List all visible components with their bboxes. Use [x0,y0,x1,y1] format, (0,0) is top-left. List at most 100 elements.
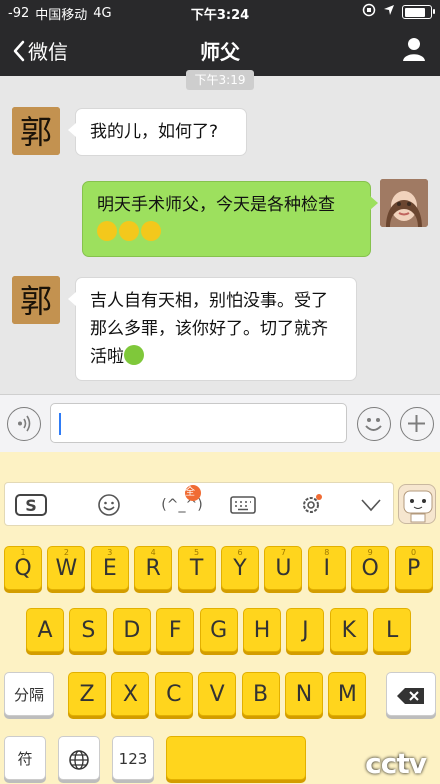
key-number-hint: 6 [237,548,243,557]
key-label: O [361,556,379,581]
language-key[interactable] [58,736,100,780]
key-label: U [275,556,292,581]
key-l[interactable]: L [373,608,412,652]
key-t[interactable]: 5T [177,546,216,590]
collapse-keyboard-icon[interactable] [351,491,391,519]
top-bar: -92 中国移动 4G 下午3:24 微信 师父 [0,0,440,76]
key-c[interactable]: C [154,672,193,716]
key-label: Q [14,556,32,581]
key-e[interactable]: 3E [90,546,129,590]
globe-icon [69,749,89,770]
key-h[interactable]: H [243,608,281,652]
smiley-icon [365,418,382,431]
text-caret [59,413,61,435]
key-z[interactable]: Z [68,672,106,716]
message-timestamp: 下午3:19 [186,70,254,90]
key-label: X [122,682,138,707]
key-a[interactable]: A [26,608,64,652]
guo-avatar[interactable]: 郭 [12,276,60,324]
key-u[interactable]: 7U [264,546,303,590]
more-button[interactable] [400,407,434,441]
message-bubble-received[interactable]: 我的儿，如何了? [68,108,247,156]
space-key[interactable] [166,736,306,780]
girl-avatar[interactable] [380,179,428,227]
key-m[interactable]: M [328,672,367,716]
key-label [68,749,90,770]
key-label: D [123,618,141,643]
contact-info-button[interactable] [402,36,426,62]
backspace-icon [397,687,424,704]
nav-bar: 微信 师父 [0,26,440,74]
message-text: 我的儿，如何了? [90,122,219,142]
new-badge: 全 [185,485,201,501]
key-label: N [295,682,313,707]
key-s[interactable]: S [69,608,108,652]
voice-icon [18,415,31,432]
key-g[interactable]: G [199,608,238,652]
sogou-keyboard: S (^_^) 全 1Q2W3E4R5T6Y7U8I9O0PASDFGHJKL分… [0,452,440,784]
mascot-icon[interactable] [398,484,436,524]
key-number-hint: 2 [63,548,69,557]
plus-icon [408,415,425,432]
key-r[interactable]: 4R [134,546,173,590]
key-number-hint: 0 [411,548,417,557]
delete-key[interactable] [386,672,436,716]
key-k[interactable]: K [329,608,368,652]
frog-emoji-icon [124,345,144,365]
key-label: E [102,556,117,581]
key-n[interactable]: N [285,672,323,716]
key-label [396,686,426,704]
sogou-logo-icon[interactable]: S [11,491,51,519]
watermark-logo: cctv [365,747,427,780]
key-label: 符 [17,750,33,768]
key-label: K [341,618,357,643]
key-label: C [166,682,182,707]
key-v[interactable]: V [198,672,237,716]
key-label: P [406,556,421,581]
key-i[interactable]: 8I [307,546,346,590]
key-x[interactable]: X [111,672,150,716]
key-label: G [210,618,228,643]
emoji-button[interactable] [357,407,391,441]
number-key[interactable]: 123 [112,736,154,780]
key-label: J [302,618,309,643]
guo-avatar[interactable]: 郭 [12,107,60,155]
message-text: 明天手术师父，今天是各种检查 [97,195,335,215]
key-number-hint: 8 [324,548,330,557]
key-w[interactable]: 2W [47,546,86,590]
split-key[interactable]: 分隔 [4,672,54,716]
key-number-hint: 3 [107,548,113,557]
location-icon [383,4,395,20]
person-icon [403,38,425,61]
key-label: 分隔 [13,686,44,704]
key-d[interactable]: D [112,608,151,652]
key-label: 123 [118,750,148,768]
key-q[interactable]: 1Q [4,546,42,590]
key-b[interactable]: B [241,672,280,716]
key-j[interactable]: J [286,608,325,652]
key-number-hint: 1 [20,548,26,557]
message-input[interactable] [50,403,347,443]
chat-area[interactable]: 下午3:19 郭 我的儿，如何了? 明天手术师父，今天是各种检查 郭 吉人自有天… [0,70,440,394]
key-label: T [189,556,204,581]
settings-gear-icon[interactable] [291,491,331,519]
kaomoji-button[interactable]: (^_^) 全 [157,485,207,519]
symbol-key[interactable]: 符 [4,736,46,780]
key-y[interactable]: 6Y [221,546,259,590]
key-f[interactable]: F [156,608,195,652]
smiley-icon[interactable] [89,491,129,519]
svg-text:S: S [25,496,37,515]
key-o[interactable]: 9O [351,546,390,590]
key-label: I [323,556,331,581]
status-bar: -92 中国移动 4G 下午3:24 [0,0,440,24]
key-label: H [253,618,271,643]
key-p[interactable]: 0P [394,546,433,590]
message-bubble-sent[interactable]: 明天手术师父，今天是各种检查 [82,181,378,257]
keyboard-switch-icon[interactable] [223,491,263,519]
svg-text:郭: 郭 [20,282,52,320]
keyboard-toolbar: S (^_^) 全 [4,482,394,526]
message-bubble-received[interactable]: 吉人自有天相，别怕没事。受了那么多罪，该你好了。切了就齐活啦 [68,277,357,381]
key-label: Z [79,682,95,707]
key-number-hint: 9 [367,548,373,557]
voice-input-button[interactable] [7,407,41,441]
